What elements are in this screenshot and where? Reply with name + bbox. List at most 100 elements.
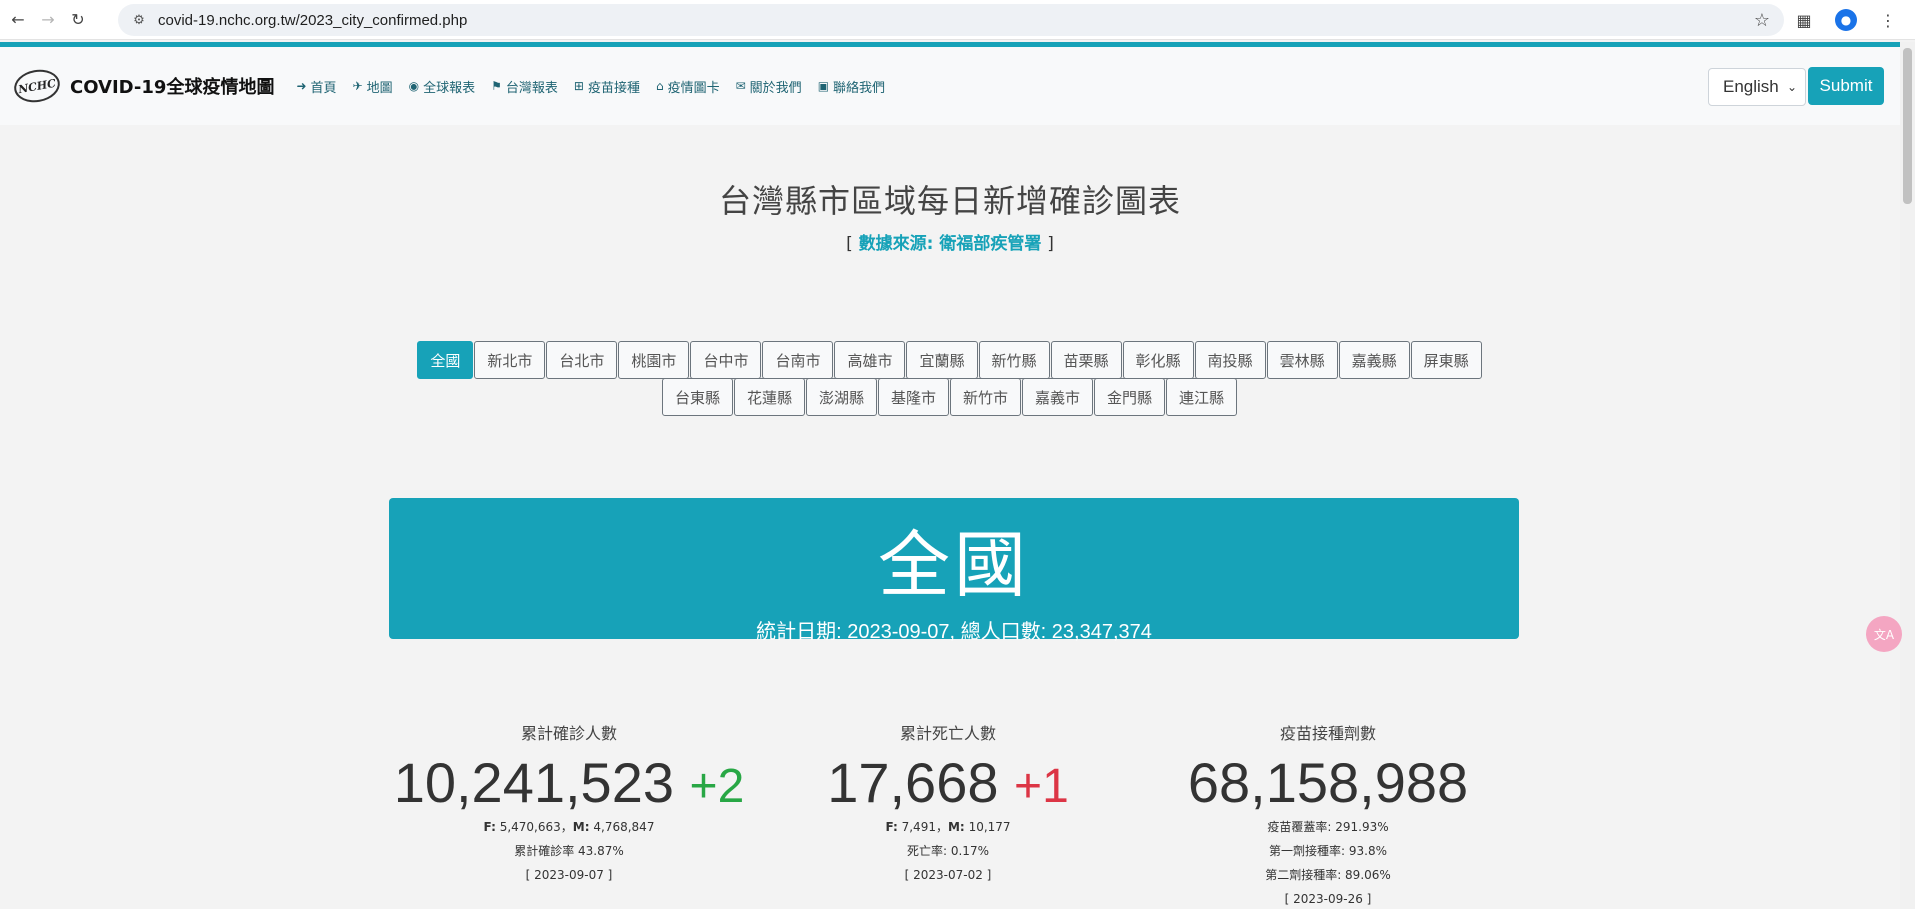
- region-banner: 全國 統計日期: 2023-09-07, 總人口數: 23,347,374: [389, 498, 1519, 643]
- site-navbar: NCHC COVID-19全球疫情地圖 ➜ 首頁 ✈ 地圖 ◉ 全球報表 ⚑ 台灣報表 …: [0, 47, 1900, 125]
- nav-global-report[interactable]: ◉ 全球報表: [409, 77, 476, 96]
- back-icon[interactable]: ←: [6, 8, 30, 32]
- male-value: 10,177: [968, 820, 1011, 834]
- arrow-right-icon: ➜: [296, 79, 307, 93]
- language-select[interactable]: English ⌄: [1708, 68, 1806, 106]
- female-label: F:: [885, 820, 898, 834]
- camera-icon: ▣: [817, 79, 830, 93]
- city-button[interactable]: 台中市: [690, 341, 762, 379]
- source-link[interactable]: 數據來源: 衛福部疾管署: [859, 234, 1042, 254]
- stat-deaths: 累計死亡人數 17,668 +1 F: 7,491，M: 10,177 死亡率:…: [748, 720, 1148, 887]
- vaccine-coverage: 疫苗覆蓋率: 291.93%: [1267, 820, 1389, 834]
- stat-label: 累計死亡人數: [899, 724, 996, 743]
- browser-toolbar: ← → ↻ ⚙ covid-19.nchc.org.tw/2023_city_c…: [0, 0, 1915, 40]
- city-tabs-row-1: 全國 新北市 台北市 桃園市 台中市 台南市 高雄市 宜蘭縣 新竹縣 苗栗縣 彰化縣 南投縣 雲林縣 嘉義…: [0, 341, 1900, 379]
- stat-date: [ 2023-09-07 ]: [525, 868, 613, 882]
- stat-date: [ 2023-09-26 ]: [1284, 892, 1372, 906]
- menu-kebab-icon[interactable]: ⋮: [1873, 5, 1903, 35]
- plus-square-icon: ⊞: [573, 79, 584, 93]
- nav-label: 關於我們: [749, 80, 802, 96]
- stat-value: 17,668 +1: [748, 750, 1148, 815]
- male-label: M:: [572, 820, 590, 834]
- city-button[interactable]: 高雄市: [834, 341, 906, 379]
- bank-icon: ⌂: [655, 79, 664, 93]
- nav-contact[interactable]: ▣ 聯絡我們: [818, 77, 885, 96]
- city-button[interactable]: 嘉義縣: [1338, 341, 1410, 379]
- brand-title[interactable]: COVID-19全球疫情地圖: [70, 73, 274, 99]
- flag-icon: ⚑: [491, 79, 502, 93]
- nav-vaccine[interactable]: ⊞ 疫苗接種: [574, 77, 640, 96]
- stat-confirmed: 累計確診人數 10,241,523 +2 F: 5,470,663，M: 4,7…: [369, 720, 769, 887]
- nav-label: 疫苗接種: [587, 80, 640, 96]
- deaths-total: 17,668: [827, 751, 999, 814]
- nav-label: 地圖: [366, 80, 393, 96]
- address-bar[interactable]: ⚙ covid-19.nchc.org.tw/2023_city_confirm…: [118, 4, 1784, 36]
- stat-label: 疫苗接種劑數: [1279, 724, 1376, 743]
- forward-icon[interactable]: →: [36, 8, 60, 32]
- city-button[interactable]: 新北市: [474, 341, 546, 379]
- envelope-open-icon: ✉: [735, 79, 746, 93]
- vaccine-dose1: 第一劑接種率: 93.8%: [1269, 844, 1387, 858]
- city-button[interactable]: 台北市: [546, 341, 618, 379]
- city-button[interactable]: 桃園市: [618, 341, 690, 379]
- chevron-down-icon: ⌄: [1786, 80, 1797, 94]
- nav-about[interactable]: ✉ 關於我們: [736, 77, 802, 96]
- stat-vaccine: 疫苗接種劑數 68,158,988 疫苗覆蓋率: 291.93% 第一劑接種率:…: [1128, 720, 1528, 909]
- female-value: 5,470,663: [499, 820, 561, 834]
- source-bracket-close: ]: [1047, 234, 1054, 254]
- translate-icon[interactable]: 文A: [1866, 616, 1902, 652]
- person-icon: ●: [1835, 9, 1857, 31]
- nav-cards[interactable]: ⌂ 疫情圖卡: [656, 77, 720, 96]
- url-text[interactable]: covid-19.nchc.org.tw/2023_city_confirmed…: [158, 12, 467, 29]
- nav-map[interactable]: ✈ 地圖: [353, 77, 393, 96]
- scroll-thumb[interactable]: [1903, 48, 1912, 204]
- city-button[interactable]: 澎湖縣: [805, 378, 877, 416]
- city-button[interactable]: 基隆市: [877, 378, 949, 416]
- site-settings-icon[interactable]: ⚙: [128, 9, 150, 31]
- city-tabs-row-2: 台東縣 花蓮縣 澎湖縣 基隆市 新竹市 嘉義市 金門縣 連江縣: [0, 378, 1900, 416]
- city-button[interactable]: 金門縣: [1094, 378, 1166, 416]
- confirmed-total: 10,241,523: [393, 751, 674, 814]
- nav-label: 疫情圖卡: [667, 80, 720, 96]
- city-button[interactable]: 全國: [417, 341, 474, 379]
- stat-value: 68,158,988: [1128, 750, 1528, 815]
- city-button[interactable]: 花蓮縣: [733, 378, 805, 416]
- city-button[interactable]: 南投縣: [1194, 341, 1266, 379]
- page-title: 台灣縣市區域每日新增確診圖表: [718, 182, 1181, 220]
- city-button[interactable]: 連江縣: [1166, 378, 1238, 416]
- nav-home[interactable]: ➜ 首頁: [296, 77, 336, 96]
- source-bracket-open: [: [846, 234, 853, 254]
- reload-icon[interactable]: ↻: [66, 8, 90, 32]
- nav-label: 聯絡我們: [833, 80, 886, 96]
- profile-avatar[interactable]: ●: [1831, 5, 1861, 35]
- city-button[interactable]: 苗栗縣: [1050, 341, 1122, 379]
- city-button[interactable]: 新竹市: [950, 378, 1022, 416]
- bookmark-star-icon[interactable]: ☆: [1754, 10, 1770, 31]
- city-button[interactable]: 屏東縣: [1410, 341, 1482, 379]
- page-scrollbar[interactable]: [1900, 42, 1915, 909]
- city-button[interactable]: 台南市: [762, 341, 834, 379]
- nav-label: 首頁: [310, 80, 337, 96]
- nchc-logo[interactable]: NCHC: [11, 66, 63, 106]
- stat-rate: 死亡率: 0.17%: [907, 844, 989, 858]
- city-button[interactable]: 宜蘭縣: [906, 341, 978, 379]
- city-button[interactable]: 雲林縣: [1266, 341, 1338, 379]
- region-subtitle: 統計日期: 2023-09-07, 總人口數: 23,347,374: [756, 621, 1152, 643]
- female-label: F:: [483, 820, 496, 834]
- globe-icon: ◉: [408, 79, 420, 93]
- browser-actions: ▦ ● ⋮: [1789, 0, 1915, 40]
- city-button[interactable]: 新竹縣: [978, 341, 1050, 379]
- city-button[interactable]: 嘉義市: [1022, 378, 1094, 416]
- city-button[interactable]: 彰化縣: [1122, 341, 1194, 379]
- city-button[interactable]: 台東縣: [661, 378, 733, 416]
- stat-value: 10,241,523 +2: [369, 750, 769, 815]
- confirmed-delta: +2: [689, 760, 745, 813]
- nav-label: 台灣報表: [505, 80, 558, 96]
- nav-taiwan-report[interactable]: ⚑ 台灣報表: [491, 77, 558, 96]
- language-value: English: [1723, 77, 1779, 96]
- vaccine-total: 68,158,988: [1187, 751, 1469, 814]
- plane-icon: ✈: [352, 79, 363, 93]
- submit-button[interactable]: Submit: [1808, 67, 1884, 105]
- female-value: 7,491: [901, 820, 936, 834]
- extensions-icon[interactable]: ▦: [1789, 5, 1819, 35]
